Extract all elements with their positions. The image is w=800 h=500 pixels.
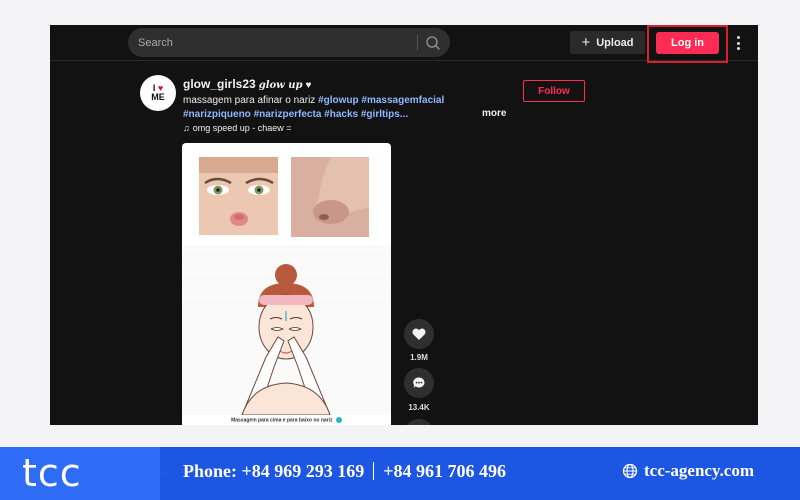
share-button[interactable] bbox=[404, 419, 434, 425]
video-caption: Massagem para cima e para baixo no nariz bbox=[182, 417, 391, 423]
website: tcc-agency.com bbox=[622, 461, 754, 481]
comment-count: 13.4K bbox=[408, 403, 430, 412]
video-player[interactable]: Massagem para cima e para baixo no nariz bbox=[182, 143, 391, 425]
search-input[interactable] bbox=[138, 28, 408, 57]
music-note-icon: ♫ bbox=[183, 123, 190, 133]
tcc-logo: tcc bbox=[22, 451, 82, 495]
more-link[interactable]: more bbox=[482, 108, 506, 119]
nose-photo bbox=[291, 157, 369, 237]
login-button[interactable]: Log in bbox=[656, 32, 719, 54]
top-bar: + Upload Log in bbox=[50, 25, 758, 63]
like-button[interactable] bbox=[404, 319, 434, 349]
globe-icon bbox=[622, 463, 638, 479]
hashtag[interactable]: #narizpiqueno bbox=[183, 109, 251, 120]
music-title: omg speed up - chaew = bbox=[192, 123, 292, 133]
music-link[interactable]: ♫ omg speed up - chaew = bbox=[183, 123, 292, 133]
hashtag[interactable]: #glowup bbox=[318, 95, 359, 106]
like-count: 1.9M bbox=[410, 353, 428, 362]
caption-text: massagem para afinar o nariz bbox=[183, 95, 319, 106]
search-divider bbox=[417, 35, 418, 50]
screenshot: + Upload Log in I ♥ ME glow_girls23glow … bbox=[0, 0, 800, 500]
footer-banner: tcc Phone: +84 969 293 169 +84 961 706 49… bbox=[0, 447, 800, 500]
info-dot-icon bbox=[335, 417, 342, 423]
upload-label: Upload bbox=[596, 36, 634, 49]
nickname-heart-icon: ♥ bbox=[305, 80, 312, 91]
plus-icon: + bbox=[581, 34, 591, 51]
username[interactable]: glow_girls23 glow up ♥ bbox=[183, 77, 311, 91]
hashtag[interactable]: #hacks bbox=[324, 109, 358, 120]
phone-numbers: Phone: +84 969 293 169 +84 961 706 496 bbox=[183, 461, 506, 482]
search-button[interactable] bbox=[424, 34, 442, 52]
more-options-icon[interactable] bbox=[734, 34, 742, 52]
follow-button[interactable]: Follow bbox=[523, 80, 585, 102]
hashtag[interactable]: #massagemfacial bbox=[361, 95, 444, 106]
comment-icon bbox=[413, 377, 425, 388]
hashtag[interactable]: #narizperfecta bbox=[254, 109, 322, 120]
app-window: + Upload Log in I ♥ ME glow_girls23glow … bbox=[50, 25, 758, 425]
phone-1: Phone: +84 969 293 169 bbox=[183, 461, 365, 481]
footer-chevron bbox=[135, 447, 161, 499]
search-icon bbox=[426, 36, 440, 50]
avatar[interactable]: I ♥ ME bbox=[140, 75, 176, 111]
hashtag[interactable]: #girltips... bbox=[361, 109, 408, 120]
search-bar bbox=[128, 28, 450, 57]
post-caption: massagem para afinar o nariz #glowup #ma… bbox=[183, 94, 483, 122]
phone-2: +84 961 706 496 bbox=[383, 461, 507, 481]
upload-button[interactable]: + Upload bbox=[570, 31, 645, 54]
comment-button[interactable] bbox=[404, 368, 434, 398]
website-text: tcc-agency.com bbox=[644, 461, 754, 480]
phone-divider bbox=[373, 462, 375, 480]
username-text: glow_girls23 bbox=[183, 77, 256, 91]
nickname: glow up bbox=[258, 80, 303, 91]
eyes-photo bbox=[199, 157, 278, 235]
massage-illustration bbox=[182, 245, 391, 415]
heart-icon bbox=[412, 328, 426, 340]
